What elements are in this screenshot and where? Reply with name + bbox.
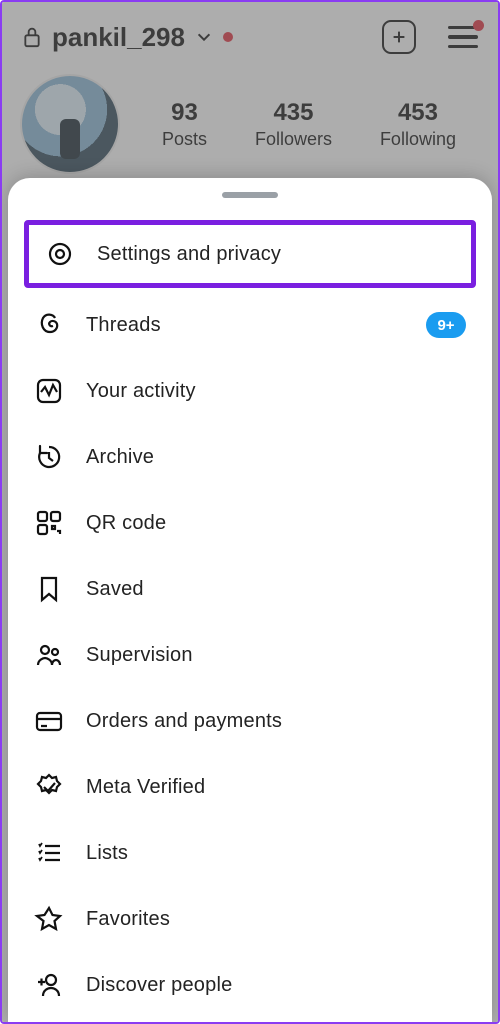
menu-item-supervision[interactable]: Supervision bbox=[18, 622, 482, 688]
menu-sheet: Settings and privacy Threads 9+ Your act… bbox=[8, 178, 492, 1022]
menu-item-label: Favorites bbox=[86, 908, 170, 931]
threads-badge: 9+ bbox=[426, 312, 466, 338]
menu-item-archive[interactable]: Archive bbox=[18, 424, 482, 490]
qr-code-icon bbox=[34, 508, 64, 538]
menu-item-label: Meta Verified bbox=[86, 776, 205, 799]
menu-item-settings-and-privacy[interactable]: Settings and privacy bbox=[24, 220, 476, 288]
menu-item-lists[interactable]: Lists bbox=[18, 820, 482, 886]
menu-item-favorites[interactable]: Favorites bbox=[18, 886, 482, 952]
menu-item-label: Archive bbox=[86, 446, 154, 469]
menu-item-discover-people[interactable]: Discover people bbox=[18, 952, 482, 1018]
verified-icon bbox=[34, 772, 64, 802]
menu-item-label: Orders and payments bbox=[86, 710, 282, 733]
credit-card-icon bbox=[34, 706, 64, 736]
add-person-icon bbox=[34, 970, 64, 1000]
menu-item-label: QR code bbox=[86, 512, 166, 535]
sheet-handle[interactable] bbox=[222, 192, 278, 198]
activity-icon bbox=[34, 376, 64, 406]
threads-icon bbox=[34, 310, 64, 340]
menu-item-label: Threads bbox=[86, 314, 161, 337]
menu-item-orders-and-payments[interactable]: Orders and payments bbox=[18, 688, 482, 754]
bookmark-icon bbox=[34, 574, 64, 604]
star-icon bbox=[34, 904, 64, 934]
menu-item-threads[interactable]: Threads 9+ bbox=[18, 292, 482, 358]
supervision-icon bbox=[34, 640, 64, 670]
menu-item-meta-verified[interactable]: Meta Verified bbox=[18, 754, 482, 820]
menu-item-label: Saved bbox=[86, 578, 144, 601]
menu-item-label: Your activity bbox=[86, 380, 196, 403]
menu-item-saved[interactable]: Saved bbox=[18, 556, 482, 622]
gear-icon bbox=[45, 239, 75, 269]
menu-item-label: Discover people bbox=[86, 974, 232, 997]
list-icon bbox=[34, 838, 64, 868]
menu-item-label: Lists bbox=[86, 842, 128, 865]
menu-item-your-activity[interactable]: Your activity bbox=[18, 358, 482, 424]
menu-item-label: Settings and privacy bbox=[97, 243, 281, 266]
menu-item-qr-code[interactable]: QR code bbox=[18, 490, 482, 556]
archive-icon bbox=[34, 442, 64, 472]
menu-item-label: Supervision bbox=[86, 644, 193, 667]
